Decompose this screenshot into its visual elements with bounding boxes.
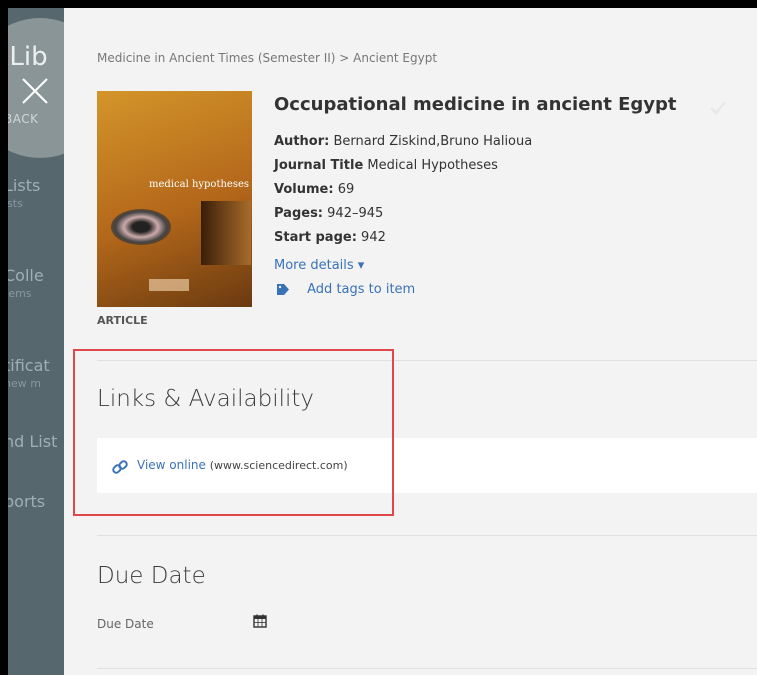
meta-label: Start page: xyxy=(274,230,357,245)
page-title: Occupational medicine in ancient Egypt xyxy=(274,94,677,115)
tag-icon xyxy=(277,284,289,295)
window-frame-top xyxy=(0,0,757,8)
sidebar-item-lists[interactable]: Lists ists xyxy=(8,176,40,210)
meta-journal: Journal Title Medical Hypotheses xyxy=(274,158,498,173)
meta-volume: Volume: 69 xyxy=(274,182,354,197)
due-date-heading: Due Date xyxy=(97,563,206,589)
cover-art-disc xyxy=(111,209,171,245)
cover-art-face xyxy=(201,201,251,265)
sidebar-item-label: tificat xyxy=(8,356,50,375)
meta-value: Bernard Ziskind,Bruno Halioua xyxy=(333,134,533,149)
highlight-annotation xyxy=(73,349,394,516)
sidebar-item-label: Colle xyxy=(8,266,44,285)
sidebar-item-find-lists[interactable]: nd List xyxy=(8,432,57,451)
add-tags-label: Add tags to item xyxy=(307,282,416,297)
due-date-label: Due Date xyxy=(97,617,154,631)
check-icon xyxy=(710,101,726,115)
cover-title: medical hypotheses xyxy=(149,179,250,190)
logo: xLib xyxy=(8,42,48,72)
item-type-label: ARTICLE xyxy=(97,314,148,327)
sidebar-item-label: ports xyxy=(8,492,46,511)
meta-value: 942 xyxy=(361,230,386,245)
meta-label: Pages: xyxy=(274,206,324,221)
calendar-icon[interactable] xyxy=(253,614,267,628)
main-content: Medicine in Ancient Times (Semester II) … xyxy=(64,8,757,675)
sidebar-item-sub: ists xyxy=(8,197,23,210)
sidebar: xLib BACK Lists ists Colle tems tificat … xyxy=(8,8,64,675)
more-details-link[interactable]: More details ▾ xyxy=(274,258,364,273)
divider xyxy=(97,668,757,669)
meta-author: Author: Bernard Ziskind,Bruno Halioua xyxy=(274,134,532,149)
sidebar-item-notifications[interactable]: tificat new m xyxy=(8,356,50,390)
sidebar-item-reports[interactable]: ports xyxy=(8,492,45,511)
sidebar-item-label: nd List xyxy=(8,432,58,451)
sidebar-item-collections[interactable]: Colle tems xyxy=(8,266,44,300)
cover-image: medical hypotheses xyxy=(97,91,252,307)
meta-label: Journal Title xyxy=(274,158,364,173)
breadcrumb[interactable]: Medicine in Ancient Times (Semester II) … xyxy=(97,51,437,65)
meta-value: 942–945 xyxy=(327,206,384,221)
back-label[interactable]: BACK xyxy=(8,112,38,126)
sidebar-item-label: Lists xyxy=(8,176,41,195)
window-frame-left xyxy=(0,0,8,675)
meta-label: Author: xyxy=(274,134,330,149)
meta-value: Medical Hypotheses xyxy=(367,158,498,173)
divider xyxy=(97,535,757,536)
sidebar-item-sub: new m xyxy=(8,377,41,390)
close-icon[interactable] xyxy=(20,76,50,106)
meta-start-page: Start page: 942 xyxy=(274,230,386,245)
meta-label: Volume: xyxy=(274,182,334,197)
add-tags-button[interactable]: Add tags to item xyxy=(277,282,415,297)
meta-pages: Pages: 942–945 xyxy=(274,206,383,221)
cover-publisher-logo xyxy=(149,279,189,291)
meta-value: 69 xyxy=(337,182,355,197)
sidebar-item-sub: tems xyxy=(8,287,32,300)
